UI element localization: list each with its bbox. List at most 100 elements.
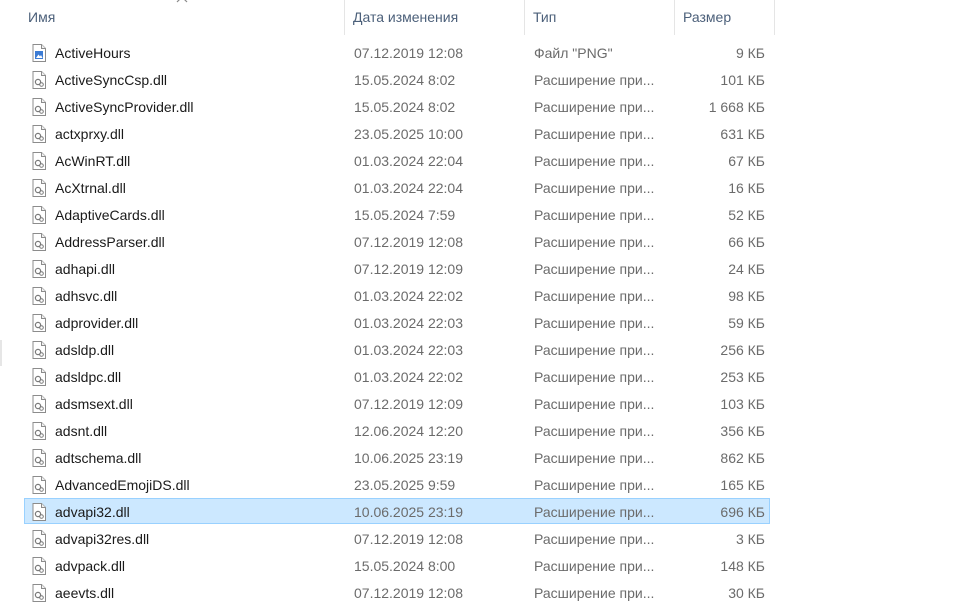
file-name-cell: adsldpc.dll [55, 369, 122, 385]
file-row[interactable]: advapi32res.dll 07.12.2019 12:08 Расширени… [24, 525, 770, 551]
file-name-cell: adsnt.dll [55, 423, 108, 439]
file-date-cell: 01.03.2024 22:02 [354, 369, 463, 385]
file-size-cell: 66 КБ [728, 234, 765, 250]
file-row[interactable]: adsmsext.dll 07.12.2019 12:09 Расширение п… [24, 390, 770, 416]
column-header-name[interactable]: Имя [22, 0, 345, 35]
file-type-cell: Расширение при... [534, 315, 655, 331]
file-row[interactable]: AdaptiveCards.dll 15.05.2024 7:59 Расширен… [24, 201, 770, 227]
file-row[interactable]: adhsvc.dll 01.03.2024 22:02 Расширение при… [24, 282, 770, 308]
file-row[interactable]: adhapi.dll 07.12.2019 12:09 Расширение при… [24, 255, 770, 281]
file-type-cell: Расширение при... [534, 423, 655, 439]
dll-file-icon [32, 449, 46, 467]
file-date-cell: 12.06.2024 12:20 [354, 423, 463, 439]
file-size-cell: 9 КБ [735, 45, 765, 61]
file-type-cell: Расширение при... [534, 126, 655, 142]
file-type-cell: Файл "PNG" [534, 45, 613, 61]
file-date-cell: 07.12.2019 12:08 [354, 585, 463, 601]
file-date-cell: 15.05.2024 8:02 [354, 99, 456, 115]
file-size-cell: 24 КБ [728, 261, 765, 277]
file-row[interactable]: adsnt.dll 12.06.2024 12:20 Расширение при.… [24, 417, 770, 443]
file-name-cell: AddressParser.dll [55, 234, 165, 250]
file-type-cell: Расширение при... [534, 504, 655, 520]
file-row[interactable]: advpack.dll 15.05.2024 8:00 Расширение при… [24, 552, 770, 578]
file-name-cell: adhsvc.dll [55, 288, 118, 304]
file-type-cell: Расширение при... [534, 207, 655, 223]
file-name-cell: AdvancedEmojiDS.dll [55, 477, 190, 493]
dll-file-icon [32, 206, 46, 224]
file-size-cell: 165 КБ [720, 477, 765, 493]
dll-file-icon [32, 368, 46, 386]
file-name-cell: AcXtrnal.dll [55, 180, 126, 196]
file-type-cell: Расширение при... [534, 531, 655, 547]
file-type-cell: Расширение при... [534, 99, 655, 115]
file-size-cell: 1 668 КБ [708, 99, 765, 115]
dll-file-icon [32, 476, 46, 494]
dll-file-icon [32, 503, 46, 521]
file-date-cell: 15.05.2024 8:02 [354, 72, 456, 88]
left-pane-edge [0, 340, 2, 366]
file-size-cell: 98 КБ [728, 288, 765, 304]
file-size-cell: 103 КБ [720, 396, 765, 412]
dll-file-icon [32, 341, 46, 359]
file-row[interactable]: ActiveHours 07.12.2019 12:08 Файл "PNG" 9 К… [24, 39, 770, 65]
file-size-cell: 52 КБ [728, 207, 765, 223]
file-type-cell: Расширение при... [534, 234, 655, 250]
file-name-cell: advapi32res.dll [55, 531, 150, 547]
file-row[interactable]: adprovider.dll 01.03.2024 22:03 Расширение… [24, 309, 770, 335]
dll-file-icon [32, 179, 46, 197]
file-name-cell: aeevts.dll [55, 585, 115, 601]
file-row[interactable]: adsldp.dll 01.03.2024 22:03 Расширение при… [24, 336, 770, 362]
file-type-cell: Расширение при... [534, 153, 655, 169]
file-type-cell: Расширение при... [534, 558, 655, 574]
file-type-cell: Расширение при... [534, 396, 655, 412]
file-row[interactable]: AcWinRT.dll 01.03.2024 22:04 Расширение пр… [24, 147, 770, 173]
dll-file-icon [32, 314, 46, 332]
file-row[interactable]: ActiveSyncCsp.dll 15.05.2024 8:02 Расширен… [24, 66, 770, 92]
file-date-cell: 10.06.2025 23:19 [354, 504, 463, 520]
dll-file-icon [32, 395, 46, 413]
file-row[interactable]: adtschema.dll 10.06.2025 23:19 Расширение … [24, 444, 770, 470]
file-size-cell: 696 КБ [720, 504, 765, 520]
column-header-size[interactable]: Размер [677, 0, 775, 35]
file-type-cell: Расширение при... [534, 585, 655, 601]
file-name-cell: adsldp.dll [55, 342, 115, 358]
file-type-cell: Расширение при... [534, 261, 655, 277]
file-date-cell: 07.12.2019 12:09 [354, 261, 463, 277]
file-row[interactable]: advapi32.dll 10.06.2025 23:19 Расширение п… [24, 498, 770, 524]
file-row[interactable]: actxprxy.dll 23.05.2025 10:00 Расширение п… [24, 120, 770, 146]
dll-file-icon [32, 422, 46, 440]
dll-file-icon [32, 152, 46, 170]
file-date-cell: 15.05.2024 7:59 [354, 207, 456, 223]
file-name-cell: adsmsext.dll [55, 396, 133, 412]
file-row[interactable]: aeevts.dll 07.12.2019 12:08 Расширение при… [24, 579, 770, 605]
file-size-cell: 253 КБ [720, 369, 765, 385]
dll-file-icon [32, 233, 46, 251]
file-date-cell: 23.05.2025 9:59 [354, 477, 456, 493]
dll-file-icon [32, 530, 46, 548]
file-name-cell: adhapi.dll [55, 261, 115, 277]
file-name-cell: adprovider.dll [55, 315, 139, 331]
column-header-type[interactable]: Тип [527, 0, 675, 35]
dll-file-icon [32, 71, 46, 89]
file-row[interactable]: AcXtrnal.dll 01.03.2024 22:04 Расширение п… [24, 174, 770, 200]
file-type-cell: Расширение при... [534, 288, 655, 304]
file-name-cell: actxprxy.dll [55, 126, 124, 142]
file-size-cell: 16 КБ [728, 180, 765, 196]
file-date-cell: 23.05.2025 10:00 [354, 126, 463, 142]
file-size-cell: 67 КБ [728, 153, 765, 169]
file-name-cell: AcWinRT.dll [55, 153, 131, 169]
file-name-cell: ActiveHours [55, 45, 131, 61]
file-date-cell: 07.12.2019 12:09 [354, 396, 463, 412]
file-size-cell: 148 КБ [720, 558, 765, 574]
file-type-cell: Расширение при... [534, 342, 655, 358]
file-row[interactable]: AdvancedEmojiDS.dll 23.05.2025 9:59 Расшир… [24, 471, 770, 497]
file-row[interactable]: AddressParser.dll 07.12.2019 12:08 Расшире… [24, 228, 770, 254]
file-type-cell: Расширение при... [534, 180, 655, 196]
file-date-cell: 01.03.2024 22:03 [354, 342, 463, 358]
column-header-date-modified[interactable]: Дата изменения [347, 0, 525, 35]
file-date-cell: 07.12.2019 12:08 [354, 234, 463, 250]
file-type-cell: Расширение при... [534, 369, 655, 385]
file-size-cell: 101 КБ [720, 72, 765, 88]
file-row[interactable]: ActiveSyncProvider.dll 15.05.2024 8:02 Рас… [24, 93, 770, 119]
file-row[interactable]: adsldpc.dll 01.03.2024 22:02 Расширение пр… [24, 363, 770, 389]
